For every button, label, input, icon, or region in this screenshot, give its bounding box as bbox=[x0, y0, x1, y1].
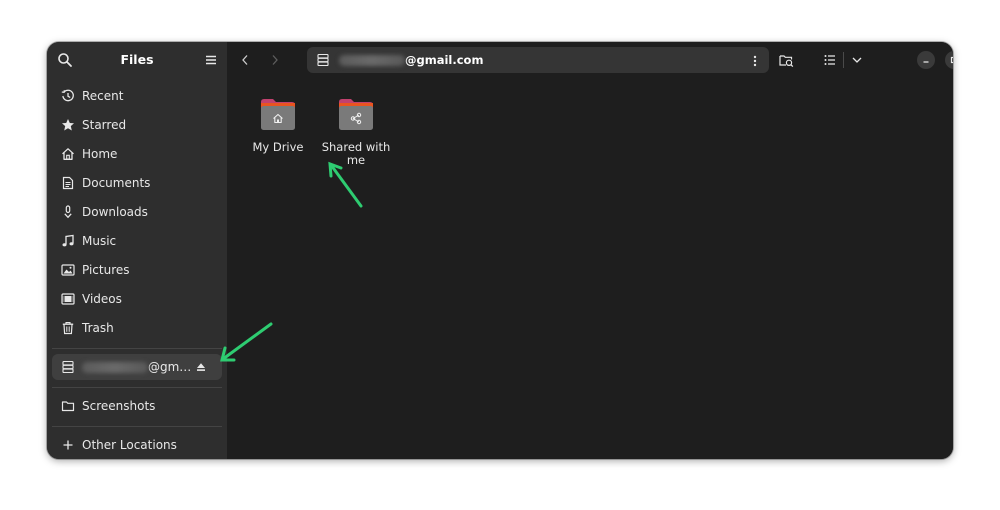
sidebar-item-google-account[interactable]: @gm… bbox=[52, 354, 222, 380]
sidebar-item-screenshots[interactable]: Screenshots bbox=[52, 393, 222, 419]
sidebar-item-recent[interactable]: Recent bbox=[52, 83, 222, 109]
sidebar-item-documents[interactable]: Documents bbox=[52, 170, 222, 196]
folder-search-icon bbox=[779, 55, 794, 68]
sidebar-header: Files bbox=[47, 42, 227, 78]
kebab-menu-icon bbox=[753, 55, 757, 67]
clock-icon bbox=[61, 89, 74, 102]
chevron-right-icon bbox=[272, 55, 278, 65]
sidebar-item-label: Videos bbox=[82, 292, 122, 306]
path-bar[interactable]: @gmail.com bbox=[307, 47, 769, 73]
drive-icon bbox=[317, 53, 329, 67]
toolbar-separator bbox=[843, 52, 844, 68]
folder-shared-with-me[interactable]: Shared with me bbox=[321, 97, 391, 167]
folder-icon bbox=[261, 99, 295, 130]
sidebar-item-other-locations[interactable]: Other Locations bbox=[52, 432, 222, 458]
star-icon bbox=[62, 119, 74, 131]
eject-button[interactable] bbox=[195, 361, 207, 373]
search-location-button[interactable] bbox=[775, 49, 797, 71]
chevron-down-icon bbox=[852, 57, 862, 63]
home-icon bbox=[62, 148, 74, 160]
sidebar: Files Recent Starred Home Documents Down… bbox=[47, 42, 227, 459]
folder-icon bbox=[339, 99, 373, 130]
music-icon bbox=[62, 234, 74, 247]
folder-icon bbox=[61, 401, 75, 412]
video-icon bbox=[61, 293, 75, 305]
view-options-button[interactable] bbox=[846, 49, 868, 71]
sidebar-item-music[interactable]: Music bbox=[52, 228, 222, 254]
forward-button[interactable] bbox=[264, 49, 286, 71]
sidebar-item-label: Recent bbox=[82, 89, 124, 103]
download-icon bbox=[64, 205, 72, 219]
sidebar-item-home[interactable]: Home bbox=[52, 141, 222, 167]
view-list-button[interactable] bbox=[819, 49, 841, 71]
sidebar-item-downloads[interactable]: Downloads bbox=[52, 199, 222, 225]
redacted-username bbox=[82, 361, 148, 373]
sidebar-divider bbox=[52, 426, 222, 427]
sidebar-divider bbox=[52, 348, 222, 349]
sidebar-item-pictures[interactable]: Pictures bbox=[52, 257, 222, 283]
folder-label: My Drive bbox=[252, 140, 304, 154]
app-title: Files bbox=[120, 52, 154, 67]
sidebar-item-label: Music bbox=[82, 234, 117, 248]
document-icon bbox=[62, 176, 74, 190]
list-view-icon bbox=[824, 55, 835, 65]
sidebar-item-label: Pictures bbox=[82, 263, 130, 277]
minimize-button[interactable] bbox=[917, 51, 935, 69]
files-window: Files Recent Starred Home Documents Down… bbox=[47, 42, 953, 459]
main-content: @gmail.com My Drive Shared with me bbox=[227, 42, 953, 459]
maximize-button[interactable] bbox=[945, 51, 953, 69]
redacted-username bbox=[339, 54, 405, 66]
minimize-icon bbox=[923, 61, 929, 63]
sidebar-item-label: Home bbox=[82, 147, 118, 161]
hamburger-icon bbox=[206, 55, 216, 65]
back-button[interactable] bbox=[234, 49, 256, 71]
sidebar-item-label: Screenshots bbox=[82, 399, 156, 413]
sidebar-item-label: Other Locations bbox=[82, 438, 177, 452]
sidebar-item-label: Downloads bbox=[82, 205, 148, 219]
plus-icon bbox=[63, 440, 73, 450]
sidebar-item-label: Starred bbox=[82, 118, 127, 132]
path-text: @gmail.com bbox=[405, 53, 484, 67]
sidebar-item-starred[interactable]: Starred bbox=[52, 112, 222, 138]
sidebar-item-label: Trash bbox=[82, 321, 114, 335]
folder-my-drive[interactable]: My Drive bbox=[243, 97, 313, 154]
maximize-icon bbox=[950, 56, 953, 64]
sidebar-divider bbox=[52, 387, 222, 388]
path-menu-button[interactable] bbox=[749, 53, 761, 67]
main-menu-button[interactable] bbox=[204, 52, 218, 66]
eject-icon bbox=[197, 363, 205, 371]
sidebar-item-label: @gm… bbox=[148, 360, 192, 374]
picture-icon bbox=[61, 264, 75, 276]
sidebar-item-label: Documents bbox=[82, 176, 151, 190]
sidebar-item-videos[interactable]: Videos bbox=[52, 286, 222, 312]
sidebar-item-trash[interactable]: Trash bbox=[52, 315, 222, 341]
chevron-left-icon bbox=[242, 55, 248, 65]
drive-icon bbox=[62, 360, 74, 374]
folder-label: Shared with me bbox=[321, 140, 391, 167]
trash-icon bbox=[62, 322, 74, 335]
